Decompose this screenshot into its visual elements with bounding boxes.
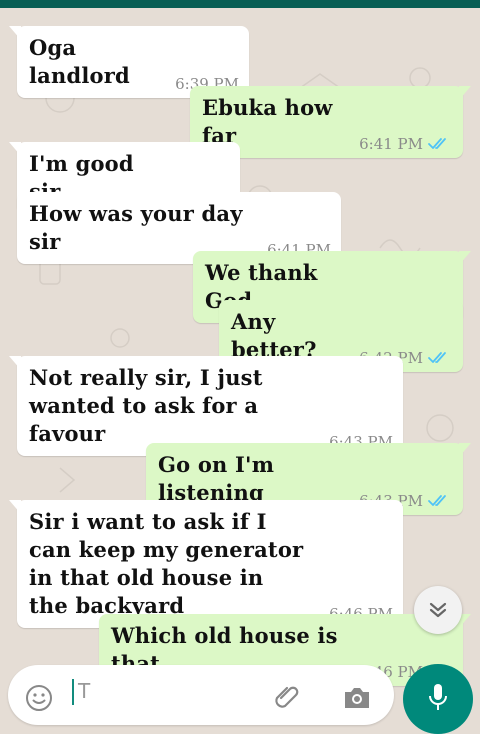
camera-icon[interactable] [342, 683, 372, 711]
message-text: Sir i want to ask if I can keep my gener… [29, 509, 304, 618]
bubble-tail [9, 500, 21, 514]
message-time: 6:41 PM [359, 135, 423, 153]
message-composer: T [8, 665, 394, 725]
message-text: Not really sir, I just wanted to ask for… [29, 365, 263, 446]
text-cursor [72, 679, 74, 705]
double-check-icon [428, 138, 446, 149]
chevron-double-down-icon [429, 602, 447, 618]
double-check-icon [428, 495, 446, 506]
mic-icon [429, 684, 447, 710]
message-text: Go on I'm listening [158, 452, 275, 505]
message-meta: 6:41 PM [359, 135, 453, 153]
incoming-message[interactable]: Not really sir, I just wanted to ask for… [9, 356, 403, 456]
message-list[interactable]: Oga landlord 6:39 PM Ebuka how far 6:41 PM I… [0, 8, 480, 693]
bubble-tail [459, 251, 471, 265]
bubble-tail [9, 142, 21, 156]
scroll-to-bottom-button[interactable] [414, 586, 462, 634]
voice-record-button[interactable] [403, 664, 473, 734]
bubble-tail [9, 26, 21, 40]
message-input-placeholder: T [78, 679, 91, 703]
message-text: How was your day sir [29, 201, 243, 254]
paperclip-icon[interactable] [274, 683, 302, 711]
message-text: Oga landlord [29, 35, 130, 88]
double-check-icon [428, 352, 446, 363]
emoji-icon[interactable] [24, 683, 54, 713]
message-input[interactable]: T [72, 679, 252, 709]
header-bar [0, 0, 480, 8]
bubble-tail [459, 443, 471, 457]
bubble-tail [9, 356, 21, 370]
bubble-tail [459, 86, 471, 100]
incoming-message[interactable]: Sir i want to ask if I can keep my gener… [9, 500, 403, 628]
